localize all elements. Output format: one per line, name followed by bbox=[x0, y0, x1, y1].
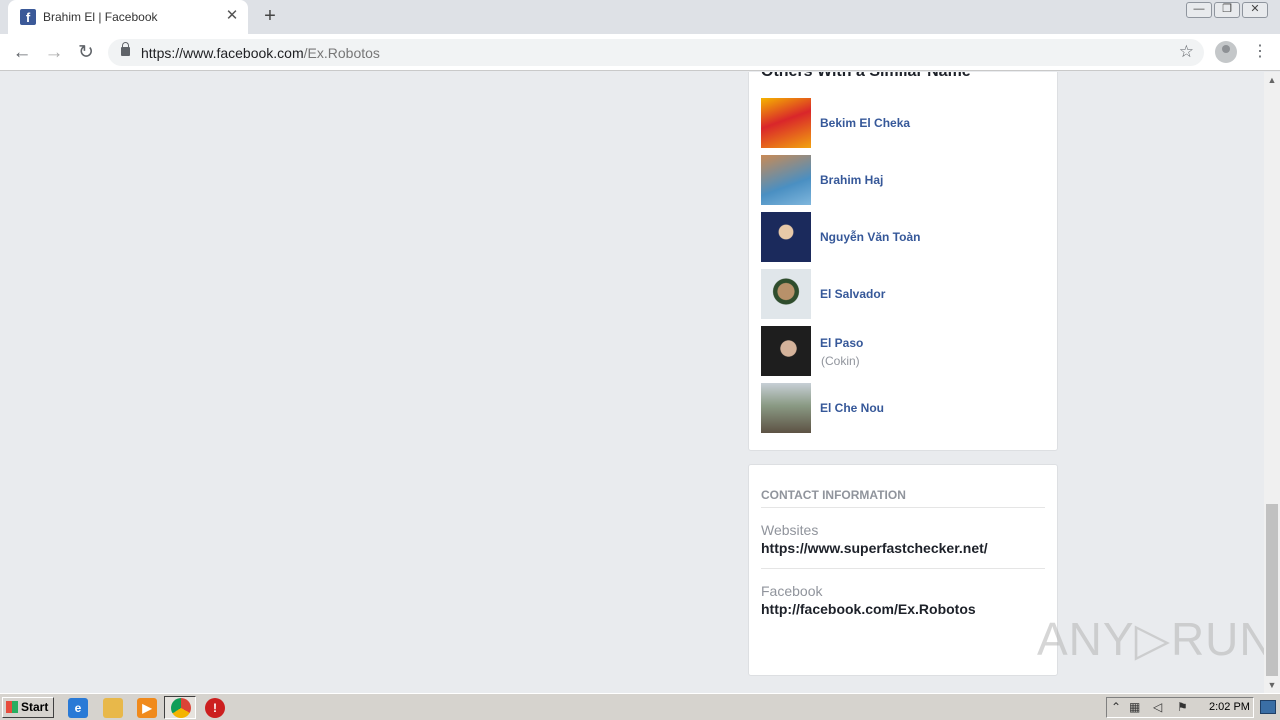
address-bar[interactable]: https://www.facebook.com/Ex.Robotos ☆ bbox=[108, 39, 1204, 66]
divider bbox=[761, 568, 1045, 569]
network-icon[interactable]: ▦ bbox=[1129, 700, 1140, 714]
forward-button[interactable]: → bbox=[42, 41, 66, 65]
close-window-button[interactable]: ✕ bbox=[1242, 2, 1268, 18]
similar-names-card: Others With a Similar Name Bekim El Chek… bbox=[748, 72, 1058, 451]
list-item[interactable]: El Salvador bbox=[761, 269, 1041, 319]
avatar[interactable] bbox=[761, 269, 811, 319]
profile-avatar-icon[interactable] bbox=[1215, 41, 1237, 63]
person-name[interactable]: El Salvador bbox=[820, 287, 885, 301]
tab-facebook[interactable]: f Brahim El | Facebook ✕ bbox=[8, 0, 248, 34]
windows-flag-icon bbox=[6, 701, 18, 713]
url-text[interactable]: https://www.facebook.com/Ex.Robotos bbox=[141, 45, 380, 61]
page-viewport: Others With a Similar Name Bekim El Chek… bbox=[0, 72, 1264, 693]
person-name[interactable]: El Paso bbox=[820, 336, 863, 350]
reload-button[interactable]: ↻ bbox=[74, 41, 98, 65]
url-path: /Ex.Robotos bbox=[303, 45, 380, 61]
clock[interactable]: 2:02 PM bbox=[1209, 701, 1250, 713]
tab-strip: f Brahim El | Facebook ✕ + — ❐ ✕ bbox=[0, 0, 1280, 34]
list-item[interactable]: Brahim Haj bbox=[761, 155, 1041, 205]
list-item[interactable]: El Che Nou bbox=[761, 383, 1041, 433]
list-item[interactable]: El Paso (Cokin) bbox=[761, 326, 1041, 376]
person-name[interactable]: Bekim El Cheka bbox=[820, 116, 910, 130]
facebook-link[interactable]: http://facebook.com/Ex.Robotos bbox=[761, 601, 976, 617]
avatar[interactable] bbox=[761, 155, 811, 205]
avatar[interactable] bbox=[761, 98, 811, 148]
browser-menu-icon[interactable]: ⋮ bbox=[1252, 41, 1268, 63]
similar-names-title: Others With a Similar Name bbox=[761, 72, 971, 81]
person-subtitle: (Cokin) bbox=[821, 354, 860, 368]
chrome-icon[interactable] bbox=[171, 698, 191, 718]
action-center-flag-icon[interactable]: ⚑ bbox=[1177, 700, 1188, 714]
avatar[interactable] bbox=[761, 383, 811, 433]
url-host: https://www.facebook.com bbox=[141, 45, 304, 61]
person-name[interactable]: Brahim Haj bbox=[820, 173, 883, 187]
windows-taskbar: Start e ▶ ! ⌃ ▦ ◁ ⚑ 2:02 PM bbox=[0, 693, 1280, 720]
media-player-icon[interactable]: ▶ bbox=[137, 698, 157, 718]
internet-explorer-icon[interactable]: e bbox=[68, 698, 88, 718]
show-desktop-button[interactable] bbox=[1260, 700, 1276, 714]
website-link[interactable]: https://www.superfastchecker.net/ bbox=[761, 540, 988, 556]
browser-toolbar: ← → ↻ https://www.facebook.com/Ex.Roboto… bbox=[0, 34, 1280, 71]
scroll-down-icon[interactable]: ▼ bbox=[1264, 677, 1280, 693]
scroll-up-icon[interactable]: ▲ bbox=[1264, 72, 1280, 88]
facebook-label: Facebook bbox=[761, 583, 823, 599]
stop-icon[interactable]: ! bbox=[205, 698, 225, 718]
lock-icon bbox=[121, 42, 130, 56]
restore-button[interactable]: ❐ bbox=[1214, 2, 1240, 18]
avatar[interactable] bbox=[761, 326, 811, 376]
contact-heading: CONTACT INFORMATION bbox=[761, 488, 906, 502]
tab-close-icon[interactable]: ✕ bbox=[224, 8, 240, 24]
start-label: Start bbox=[21, 700, 49, 714]
divider bbox=[761, 507, 1045, 508]
page-scrollbar[interactable]: ▲ ▼ bbox=[1264, 72, 1280, 693]
tab-title: Brahim El | Facebook bbox=[43, 10, 158, 24]
contact-information-card: CONTACT INFORMATION Websites https://www… bbox=[748, 464, 1058, 676]
avatar[interactable] bbox=[761, 212, 811, 262]
person-name[interactable]: El Che Nou bbox=[820, 401, 884, 415]
volume-icon[interactable]: ◁ bbox=[1153, 700, 1162, 714]
anyrun-watermark: ANY▷RUN bbox=[1037, 613, 1264, 665]
websites-label: Websites bbox=[761, 522, 819, 538]
list-item[interactable]: Bekim El Cheka bbox=[761, 98, 1041, 148]
folder-icon[interactable] bbox=[103, 698, 123, 718]
minimize-button[interactable]: — bbox=[1186, 2, 1212, 18]
system-tray: ⌃ ▦ ◁ ⚑ 2:02 PM bbox=[1106, 697, 1254, 718]
start-button[interactable]: Start bbox=[2, 697, 54, 718]
back-button[interactable]: ← bbox=[10, 41, 34, 65]
new-tab-button[interactable]: + bbox=[260, 6, 280, 26]
list-item[interactable]: Nguyễn Văn Toàn bbox=[761, 212, 1041, 262]
scroll-thumb[interactable] bbox=[1266, 504, 1278, 676]
bookmark-star-icon[interactable]: ☆ bbox=[1179, 42, 1194, 62]
facebook-favicon-icon: f bbox=[20, 9, 36, 25]
person-name[interactable]: Nguyễn Văn Toàn bbox=[820, 230, 920, 244]
window-controls: — ❐ ✕ bbox=[1186, 2, 1268, 18]
tray-expand-icon[interactable]: ⌃ bbox=[1111, 700, 1121, 714]
